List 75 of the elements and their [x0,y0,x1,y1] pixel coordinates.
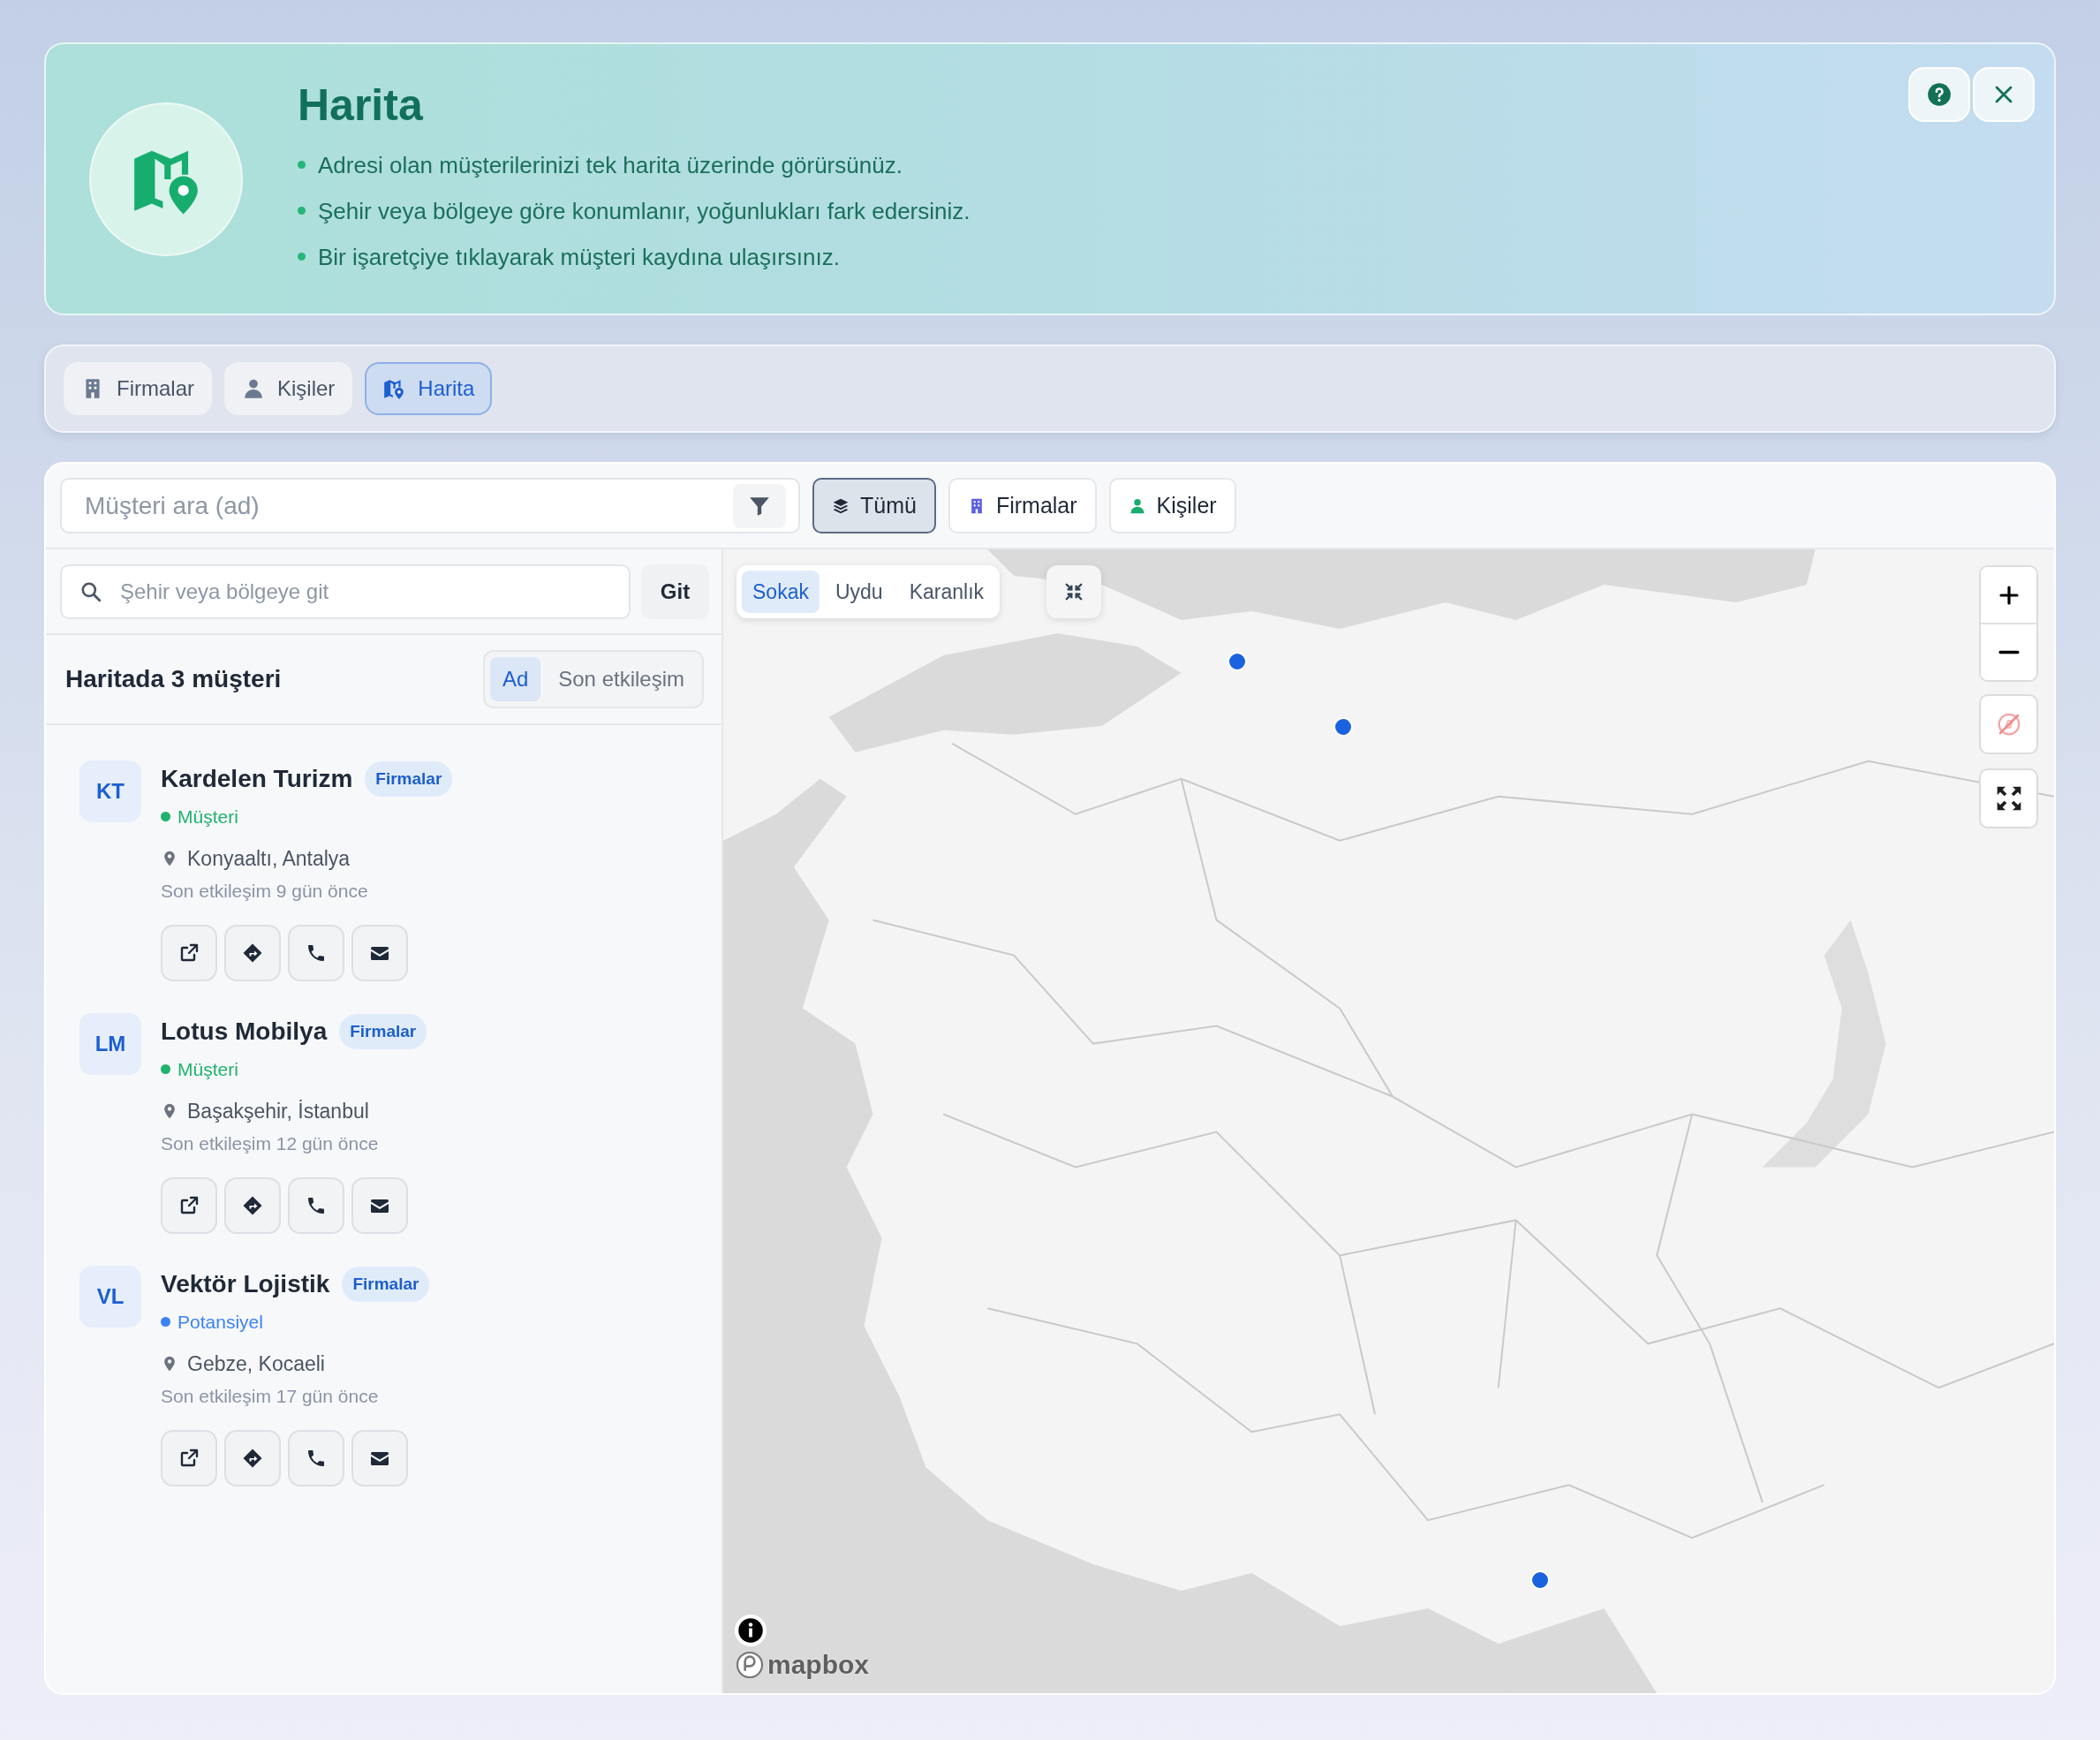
tab[interactable]: Kişiler [224,362,353,415]
filter-button[interactable]: Firmalar [948,478,1097,533]
directions-icon [242,1194,263,1216]
external-link-icon [178,1447,200,1469]
open-button[interactable] [161,1429,217,1487]
external-link-icon [178,1194,200,1216]
list-title: Haritada 3 müşteri [65,664,282,694]
call-button[interactable] [288,924,344,981]
fullscreen-button[interactable] [1979,768,2038,828]
map-pin-icon [382,377,406,400]
filter-button[interactable] [733,483,786,528]
last-interaction: Son etkileşim 12 gün önce [161,1132,380,1155]
email-button[interactable] [351,1429,408,1487]
call-button[interactable] [288,1429,344,1487]
info-icon [737,1617,764,1644]
region-search-field[interactable]: Şehir veya bölgeye git [60,564,631,619]
location-text: Konyaaltı, Antalya [187,845,351,872]
region-search-input[interactable]: Şehir veya bölgeye git [118,574,611,609]
tab[interactable]: Harita [365,362,493,415]
location-text: Başakşehir, İstanbul [187,1098,369,1124]
close-icon [1993,84,2014,105]
sort-option[interactable]: Son etkileşim [546,657,697,701]
type-badge: Firmalar [365,760,453,798]
filter-button[interactable]: Kişiler [1108,478,1236,533]
directions-button[interactable] [224,1429,281,1487]
customer-name: Lotus Mobilya [161,1017,328,1047]
status-text: Müşteri [178,806,238,828]
close-button[interactable] [1973,67,2035,122]
bullet-text: Şehir veya bölgeye göre konumlanır, yoğunlukları fark edersiniz. [318,196,971,226]
expand-button[interactable] [1046,565,1101,618]
directions-button[interactable] [224,1176,281,1234]
collapse-arrows-icon [1064,582,1084,601]
layers-icon [832,496,850,515]
person-icon [242,377,265,400]
avatar: KT [79,760,141,822]
help-icon [1927,82,1952,107]
plus-icon [1998,584,2020,606]
location-text: Gebze, Kocaeli [187,1350,325,1377]
call-button[interactable] [288,1176,344,1234]
open-button[interactable] [161,924,217,981]
bullet-dot [298,207,306,215]
map-style-option[interactable]: Sokak [742,571,820,613]
go-button[interactable]: Git [641,564,709,619]
bullet-dot [298,161,306,169]
search-field[interactable]: Müşteri ara (ad) [60,478,800,533]
map-style-option[interactable]: Karanlık [898,571,994,613]
directions-button[interactable] [224,924,281,981]
last-interaction: Son etkileşim 9 gün önce [161,880,369,903]
directions-icon [242,1447,263,1469]
bullet-text: Adresi olan müşterilerinizi tek harita üzerinde görürsünüz. [318,150,903,180]
avatar: VL [79,1266,141,1328]
type-badge: Firmalar [342,1266,430,1303]
email-button[interactable] [351,1176,408,1234]
status-text: Potansiyel [178,1311,263,1334]
email-button[interactable] [351,924,408,981]
page-title: Harita [298,79,424,132]
last-interaction: Son etkileşim 17 gün önce [161,1385,380,1408]
open-button[interactable] [161,1176,217,1234]
external-link-icon [178,942,200,964]
customer-name: Vektör Lojistik [161,1269,330,1299]
search-input[interactable]: Müşteri ara (ad) [83,486,733,526]
bullet-text: Bir işaretçiye tıklayarak müşteri kaydına ulaşırsınız. [318,242,840,272]
directions-icon [242,942,263,964]
minus-icon [1998,650,2020,654]
tab[interactable]: Firmalar [64,362,212,415]
avatar: LM [79,1013,141,1075]
attribution-logo: mapbox [767,1652,870,1678]
help-button[interactable] [1908,67,1970,122]
customer-name: Kardelen Turizm [161,764,353,794]
status-text: Müşteri [178,1058,238,1081]
sort-option[interactable]: Ad [489,657,541,701]
map-style-option[interactable]: Uydu [824,571,894,613]
filter-button[interactable]: Tümü [812,478,936,533]
type-badge: Firmalar [339,1013,427,1050]
bullet-dot [298,253,306,261]
